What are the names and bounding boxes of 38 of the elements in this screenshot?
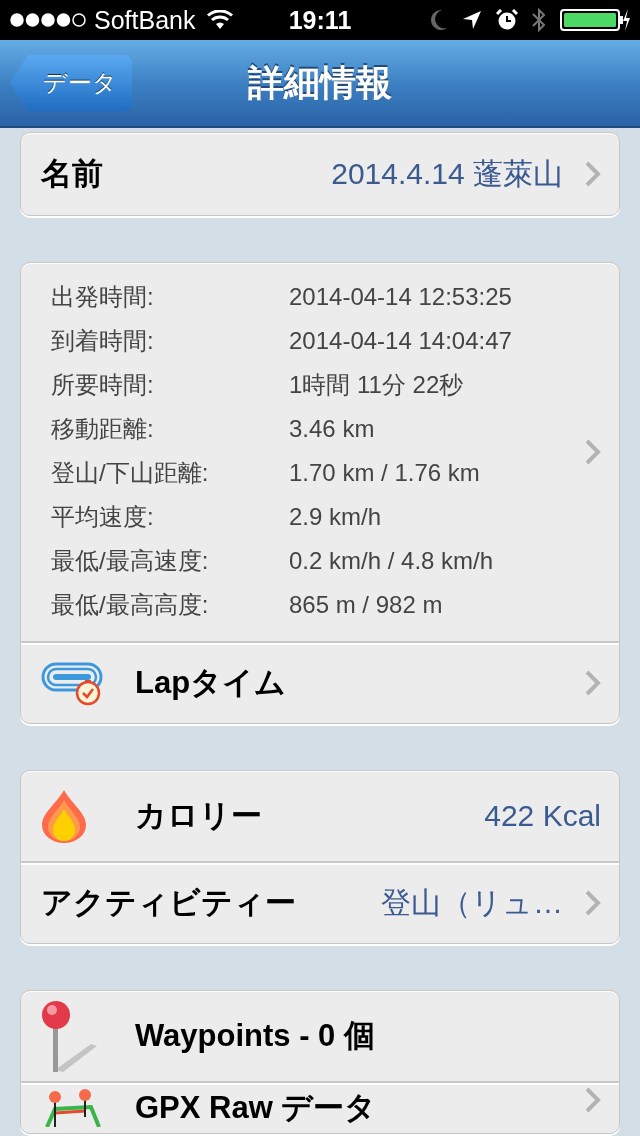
stat-label: 平均速度: xyxy=(51,503,155,531)
stat-value: 0.2 km/h / 4.8 km/h xyxy=(289,547,495,575)
stat-value: 3.46 km xyxy=(289,415,376,443)
bluetooth-icon xyxy=(532,8,546,32)
stat-label: 到着時間: xyxy=(51,327,155,355)
row-label: アクティビティー xyxy=(41,884,296,922)
moon-icon xyxy=(430,9,448,31)
flame-icon xyxy=(41,789,87,843)
row-value: 422 Kcal xyxy=(483,799,601,833)
row-label: 名前 xyxy=(41,155,103,193)
location-arrow-icon xyxy=(462,10,482,30)
signal-icon xyxy=(10,13,86,27)
stat-value: 1時間 11分 22秒 xyxy=(289,371,465,399)
stat-label: 所要時間: xyxy=(51,371,155,399)
row-label: カロリー xyxy=(135,797,262,835)
carrier-name: SoftBank xyxy=(94,5,196,35)
stat-value: 1.70 km / 1.76 km xyxy=(289,459,481,487)
back-button[interactable]: データ xyxy=(10,55,132,111)
battery-icon xyxy=(560,8,630,32)
stat-label: 最低/最高高度: xyxy=(51,591,210,619)
stat-value: 2014-04-14 14:04:47 xyxy=(289,327,512,355)
screen-title: 詳細情報 xyxy=(248,61,392,103)
row-value: 2014.4.14 蓬萊山 xyxy=(330,155,563,192)
stat-label: 登山/下山距離: xyxy=(51,459,210,487)
stat-label: 出発時間: xyxy=(51,283,155,311)
stat-label: 最低/最高速度: xyxy=(51,547,210,575)
alarm-clock-icon xyxy=(496,9,518,31)
row-label: Waypoints - 0 個 xyxy=(135,1017,375,1055)
clock-time: 19:11 xyxy=(288,5,352,34)
row-value: 登山（リュ… xyxy=(380,884,563,921)
stat-value: 865 m / 982 m xyxy=(289,591,444,619)
row-label: GPX Raw データ xyxy=(135,1089,377,1127)
stat-label: 移動距離: xyxy=(51,415,155,443)
wifi-icon xyxy=(207,10,234,30)
stat-value: 2014-04-14 12:53:25 xyxy=(289,283,512,311)
row-label: Lapタイム xyxy=(135,664,287,702)
stopwatch-track-icon xyxy=(41,660,103,706)
stat-value: 2.9 km/h xyxy=(289,503,383,531)
